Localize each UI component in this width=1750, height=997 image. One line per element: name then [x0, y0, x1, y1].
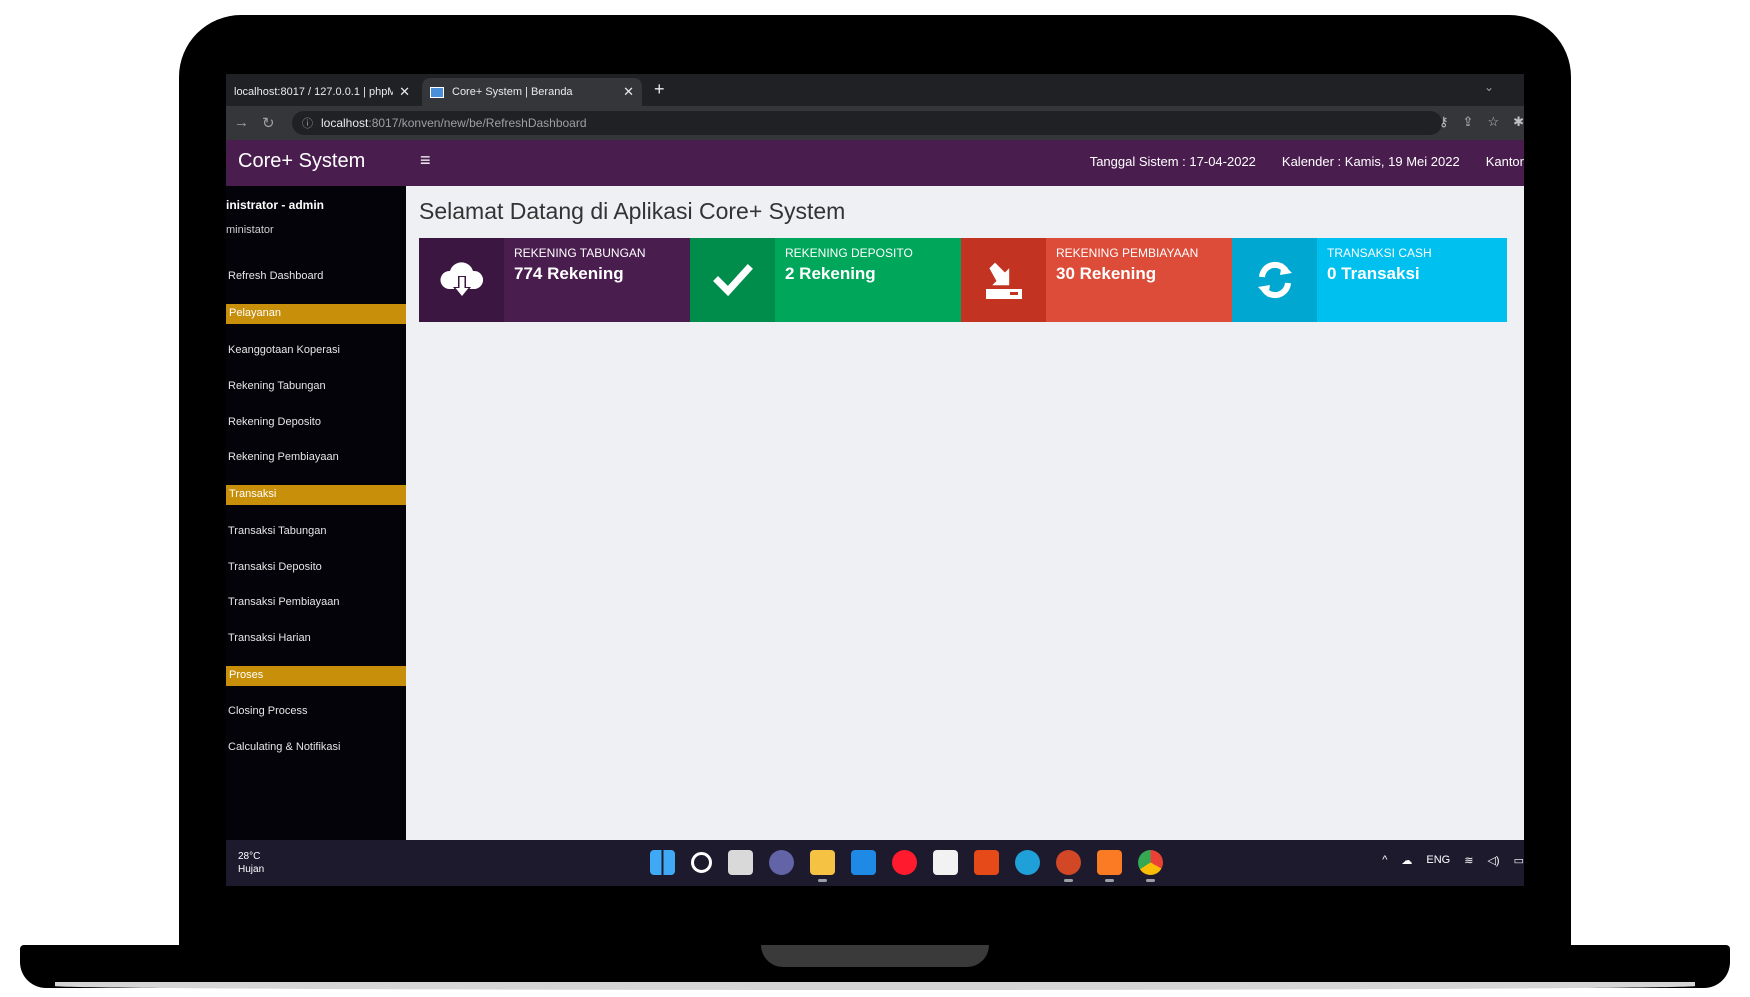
card-label: REKENING PEMBIAYAAN: [1056, 246, 1199, 260]
forward-icon[interactable]: →: [234, 114, 249, 131]
card-value: 2 Rekening: [785, 264, 876, 283]
card-value: 30 Rekening: [1056, 264, 1157, 283]
page-title: Selamat Datang di Aplikasi Core+ System: [419, 198, 846, 224]
task-view-icon[interactable]: [728, 850, 753, 875]
extensions-icon[interactable]: ✱: [1513, 114, 1524, 130]
sidebar: inistrator - admin ministator Refresh Da…: [226, 186, 406, 840]
teams-chat-icon[interactable]: [769, 850, 794, 875]
card-label: REKENING TABUNGAN: [514, 246, 646, 260]
tab-close-icon[interactable]: ✕: [399, 84, 410, 100]
card-transaksi-cash[interactable]: TRANSAKSI CASH 0 Transaksi: [1232, 238, 1507, 322]
menu-toggle-icon[interactable]: ≡: [420, 150, 431, 171]
card-label: TRANSAKSI CASH: [1327, 246, 1432, 260]
card-icon-box: [1232, 238, 1317, 322]
search-icon[interactable]: [691, 852, 712, 873]
sidebar-item-rekening-pembiayaan[interactable]: Rekening Pembiayaan: [228, 451, 339, 463]
user-name: inistrator - admin: [226, 198, 325, 212]
sidebar-item-rekening-tabungan[interactable]: Rekening Tabungan: [228, 380, 326, 392]
site-info-icon[interactable]: ⓘ: [302, 115, 313, 131]
sidebar-item-transaksi-tabungan[interactable]: Transaksi Tabungan: [228, 525, 326, 537]
sidebar-item-transaksi-deposito[interactable]: Transaksi Deposito: [228, 561, 322, 573]
card-value: 0 Transaksi: [1327, 264, 1420, 283]
address-bar[interactable]: ⓘ localhost :8017/konven/new/be/RefreshD…: [292, 111, 1442, 135]
system-date: Tanggal Sistem : 17-04-2022: [1089, 154, 1256, 169]
office-icon[interactable]: [974, 850, 999, 875]
battery-icon[interactable]: ▭: [1514, 854, 1524, 867]
chrome-icon[interactable]: [1138, 850, 1163, 882]
tab-title: localhost:8017 / 127.0.0.1 | phpM: [234, 86, 394, 98]
browser-toolbar: → ↻ ⓘ localhost :8017/konven/new/be/Refr…: [226, 106, 1524, 140]
reload-icon[interactable]: ↻: [262, 114, 275, 132]
tab-close-icon[interactable]: ✕: [623, 84, 634, 100]
cloud-download-icon: [439, 262, 483, 299]
sidebar-section-proses: Proses: [226, 666, 406, 686]
laptop-notch: [761, 945, 989, 967]
volume-icon[interactable]: ◁): [1487, 854, 1499, 867]
sidebar-item-transaksi-harian[interactable]: Transaksi Harian: [228, 632, 311, 644]
sidebar-item-refresh-dashboard[interactable]: Refresh Dashboard: [228, 270, 323, 282]
new-tab-icon[interactable]: +: [654, 79, 665, 100]
browser-tab-phpmyadmin[interactable]: localhost:8017 / 127.0.0.1 | phpM ✕: [226, 78, 418, 106]
card-icon-box: [690, 238, 775, 322]
opera-icon[interactable]: [892, 850, 917, 875]
powerpoint-icon[interactable]: [1056, 850, 1081, 882]
xampp-icon[interactable]: [1097, 850, 1122, 882]
address-host: localhost: [321, 116, 369, 130]
user-role: ministator: [226, 224, 274, 236]
wifi-icon[interactable]: ≋: [1464, 854, 1473, 867]
tab-title: Core+ System | Beranda: [452, 86, 573, 98]
download-tray-icon: [985, 262, 1022, 299]
brand-title[interactable]: Core+ System: [238, 150, 365, 173]
edge-icon[interactable]: [1015, 850, 1040, 875]
tray-overflow-chevron-icon[interactable]: ^: [1382, 854, 1387, 867]
refresh-icon: [1257, 261, 1292, 299]
weather-temp: 28°C: [238, 851, 261, 862]
sidebar-item-transaksi-pembiayaan[interactable]: Transaksi Pembiayaan: [228, 596, 339, 608]
card-value: 774 Rekening: [514, 264, 624, 283]
laptop-screen: localhost:8017 / 127.0.0.1 | phpM ✕ Core…: [226, 74, 1524, 886]
card-icon-box: [419, 238, 504, 322]
sidebar-section-pelayanan: Pelayanan: [226, 304, 406, 324]
weather-widget[interactable]: 28°C Hujan: [238, 850, 264, 876]
office-label[interactable]: Kantor: [1486, 154, 1524, 169]
notepad-icon[interactable]: [933, 850, 958, 875]
weather-desc: Hujan: [238, 864, 265, 875]
check-icon: [712, 264, 753, 297]
sidebar-item-rekening-deposito[interactable]: Rekening Deposito: [228, 416, 321, 428]
key-icon[interactable]: ⚷: [1439, 114, 1449, 130]
app-header: Core+ System ≡ Tanggal Sistem : 17-04-20…: [226, 140, 1524, 186]
favicon-icon: [430, 86, 444, 98]
windows-start-icon[interactable]: [650, 850, 675, 875]
card-rekening-pembiayaan[interactable]: REKENING PEMBIAYAAN 30 Rekening: [961, 238, 1236, 322]
card-rekening-tabungan[interactable]: REKENING TABUNGAN 774 Rekening: [419, 238, 694, 322]
laptop-shadow: [55, 982, 1695, 990]
main-content: Selamat Datang di Aplikasi Core+ System …: [406, 186, 1524, 840]
bookmark-star-icon[interactable]: ☆: [1487, 114, 1499, 130]
tab-search-chevron-icon[interactable]: ⌄: [1484, 80, 1494, 94]
onedrive-cloud-icon[interactable]: ☁: [1401, 854, 1412, 867]
browser-tab-core-system[interactable]: Core+ System | Beranda ✕: [422, 78, 642, 106]
share-icon[interactable]: ⇪: [1463, 114, 1474, 130]
card-rekening-deposito[interactable]: REKENING DEPOSITO 2 Rekening: [690, 238, 965, 322]
mail-icon[interactable]: [851, 850, 876, 875]
calendar-date: Kalender : Kamis, 19 Mei 2022: [1281, 154, 1460, 169]
sidebar-item-calculating-notifikasi[interactable]: Calculating & Notifikasi: [228, 741, 341, 753]
card-icon-box: [961, 238, 1046, 322]
language-indicator[interactable]: ENG: [1426, 854, 1450, 867]
browser-tab-strip: localhost:8017 / 127.0.0.1 | phpM ✕ Core…: [226, 74, 1524, 106]
card-label: REKENING DEPOSITO: [785, 246, 913, 260]
file-explorer-icon[interactable]: [810, 850, 835, 882]
sidebar-item-closing-process[interactable]: Closing Process: [228, 705, 307, 717]
windows-taskbar: 28°C Hujan ^ ☁ ENG ≋ ◁) ▭: [226, 840, 1524, 886]
address-path: :8017/konven/new/be/RefreshDashboard: [368, 116, 587, 130]
sidebar-item-keanggotaan[interactable]: Keanggotaan Koperasi: [228, 344, 340, 356]
sidebar-section-transaksi: Transaksi: [226, 485, 406, 505]
